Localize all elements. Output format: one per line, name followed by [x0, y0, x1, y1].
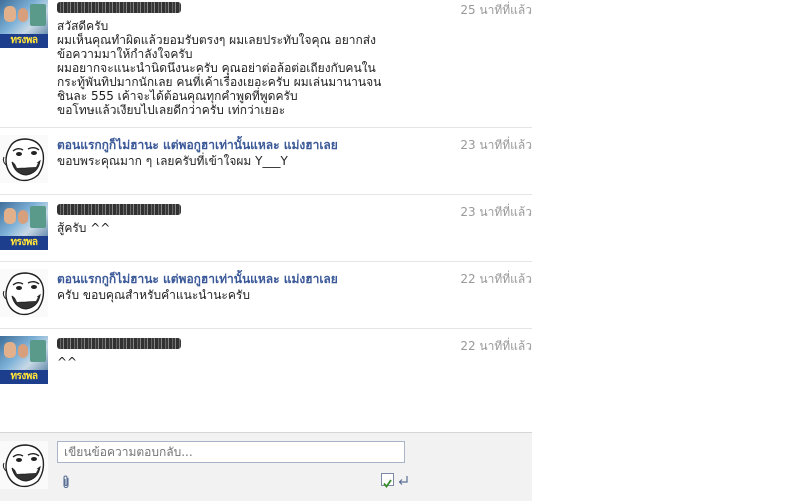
- page-photo-avatar[interactable]: ทรงพล: [0, 336, 48, 384]
- message-time: 22 นาทีที่แล้ว: [460, 339, 532, 353]
- reply-input[interactable]: [57, 441, 405, 463]
- paperclip-icon[interactable]: [60, 475, 72, 489]
- redacted-sender-name[interactable]: [57, 204, 181, 215]
- message-item: ทรงพล 23 นาทีที่แล้ว สู้ครับ ^^: [0, 202, 532, 260]
- message-body: สู้ครับ ^^: [57, 221, 437, 235]
- message-time: 23 นาทีที่แล้ว: [460, 138, 532, 152]
- message-body: ขอบพระคุณมาก ๆ เลยครับที่เข้าใจผม Y___Y: [57, 154, 437, 168]
- page-photo-avatar[interactable]: ทรงพล: [0, 0, 48, 48]
- message-line: ผมเห็นคุณทำผิดแล้วยอมรับตรงๆ ผมเลยประทับ…: [57, 33, 376, 47]
- message-divider: [0, 261, 532, 262]
- return-arrow-icon: [398, 476, 408, 485]
- page-photo-avatar[interactable]: ทรงพล: [0, 202, 48, 250]
- message-line: ขอบพระคุณมาก ๆ เลยครับที่เข้าใจผม Y___Y: [57, 154, 288, 168]
- message-body: สวัสดีครับ ผมเห็นคุณทำผิดแล้วยอมรับตรงๆ …: [57, 19, 437, 117]
- enter-to-send-checkbox[interactable]: [381, 473, 394, 488]
- reply-composer: [0, 432, 532, 501]
- avatar-caption: ทรงพล: [0, 370, 48, 384]
- message-divider: [0, 127, 532, 128]
- avatar-caption: ทรงพล: [0, 34, 48, 48]
- message-line: ^^: [57, 355, 78, 369]
- message-body: ^^: [57, 355, 437, 369]
- troll-face-avatar[interactable]: [0, 269, 48, 317]
- message-item: ทรงพล 22 นาทีที่แล้ว ^^: [0, 336, 532, 394]
- message-line: ผมอยากจะแนะนำนิดนึงนะครับ คุณอย่าต่อล้อต…: [57, 61, 376, 75]
- avatar-caption: ทรงพล: [0, 236, 48, 250]
- message-time: 25 นาทีที่แล้ว: [460, 3, 532, 17]
- redacted-sender-name[interactable]: [57, 338, 181, 349]
- message-line: ชินละ 555 เค้าจะได้ต้อนคุณทุกคำพูดที่พูด…: [57, 89, 298, 103]
- message-item: ทรงพล 25 นาทีที่แล้ว สวัสดีครับ ผมเห็นคุ…: [0, 0, 532, 128]
- troll-face-avatar[interactable]: [0, 135, 48, 183]
- message-line: ข้อความมาให้กำลังใจครับ: [57, 47, 193, 61]
- checkmark-icon: [383, 479, 392, 488]
- message-line: สู้ครับ ^^: [57, 221, 111, 235]
- message-time: 22 นาทีที่แล้ว: [460, 272, 532, 286]
- message-time: 23 นาทีที่แล้ว: [460, 205, 532, 219]
- message-line: กระทู้พันทิปมากนักเลย คนที่เค้าเรื่องเยอ…: [57, 75, 382, 89]
- message-item: ตอนแรกกูก็ไม่ฮานะ แต่พอกูฮาเท่านั้นแหละ …: [0, 135, 532, 193]
- message-divider: [0, 194, 532, 195]
- message-line: ครับ ขอบคุณสำหรับคำแนะนำนะครับ: [57, 288, 250, 302]
- sender-name[interactable]: ตอนแรกกูก็ไม่ฮานะ แต่พอกูฮาเท่านั้นแหละ …: [57, 270, 338, 289]
- redacted-sender-name[interactable]: [57, 2, 181, 13]
- troll-face-avatar: [0, 441, 48, 489]
- message-item: ตอนแรกกูก็ไม่ฮานะ แต่พอกูฮาเท่านั้นแหละ …: [0, 269, 532, 327]
- message-body: ครับ ขอบคุณสำหรับคำแนะนำนะครับ: [57, 288, 437, 302]
- message-divider: [0, 328, 532, 329]
- message-line: สวัสดีครับ: [57, 19, 109, 33]
- sender-name[interactable]: ตอนแรกกูก็ไม่ฮานะ แต่พอกูฮาเท่านั้นแหละ …: [57, 136, 338, 155]
- message-line: ขอโทษแล้วเงียบไปเลยดีกว่าครับ เท่กว่าเยอ…: [57, 103, 286, 117]
